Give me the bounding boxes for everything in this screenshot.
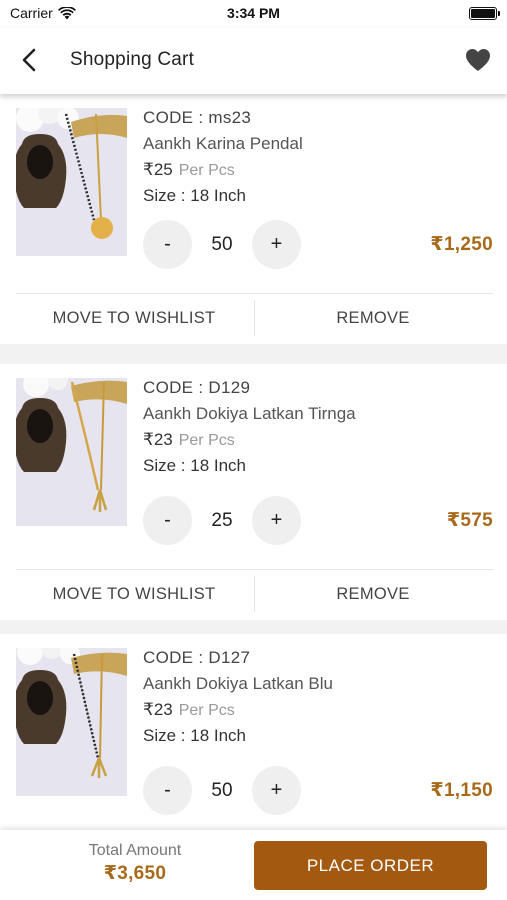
item-total: ₹1,250	[430, 234, 493, 255]
total-amount-block: Total Amount ₹3,650	[60, 842, 210, 885]
place-order-button[interactable]: PLACE ORDER	[254, 841, 487, 890]
total-amount-label: Total Amount	[88, 842, 182, 859]
quantity-value: 25	[211, 510, 233, 531]
product-photo-illustration	[16, 648, 127, 796]
item-details: CODE : D129 Aankh Dokiya Latkan Tirnga ₹…	[143, 375, 356, 479]
item-code: CODE : D129	[143, 378, 251, 397]
item-price-unit: Per Pcs	[178, 162, 235, 179]
product-photo-illustration	[16, 108, 127, 256]
quantity-stepper: - 25 + ₹575	[143, 496, 493, 546]
item-name: Aankh Karina Pendal	[143, 134, 303, 153]
decrease-quantity-button[interactable]: -	[143, 766, 192, 815]
item-size: Size : 18 Inch	[143, 456, 247, 475]
item-code: CODE : D127	[143, 648, 251, 667]
total-amount-value: ₹3,650	[103, 863, 167, 884]
increase-quantity-button[interactable]: +	[252, 220, 301, 269]
item-size: Size : 18 Inch	[143, 726, 247, 745]
item-price-line: ₹23 Per Pcs	[143, 427, 356, 453]
item-price-line: ₹23 Per Pcs	[143, 697, 333, 723]
increase-quantity-button[interactable]: +	[252, 766, 301, 815]
item-price-unit: Per Pcs	[178, 432, 235, 449]
item-price-unit: Per Pcs	[178, 702, 235, 719]
item-price: ₹25	[143, 160, 173, 179]
cart-item: CODE : ms23 Aankh Karina Pendal ₹25 Per P…	[0, 94, 507, 344]
wishlist-button[interactable]	[463, 45, 493, 75]
cart-list[interactable]: CODE : ms23 Aankh Karina Pendal ₹25 Per P…	[0, 94, 507, 830]
item-name: Aankh Dokiya Latkan Tirnga	[143, 404, 356, 423]
item-total: ₹1,150	[430, 780, 493, 801]
item-name: Aankh Dokiya Latkan Blu	[143, 674, 333, 693]
move-to-wishlist-button[interactable]: MOVE TO WISHLIST	[16, 294, 252, 342]
chevron-left-icon	[22, 48, 36, 72]
product-image[interactable]	[16, 378, 127, 526]
page-title: Shopping Cart	[70, 49, 195, 70]
heart-icon	[466, 49, 490, 71]
decrease-quantity-button[interactable]: -	[143, 220, 192, 269]
cart-item: CODE : D129 Aankh Dokiya Latkan Tirnga ₹…	[0, 364, 507, 620]
quantity-value: 50	[211, 234, 233, 255]
item-actions: MOVE TO WISHLIST REMOVE	[0, 570, 507, 618]
increase-quantity-button[interactable]: +	[252, 496, 301, 545]
remove-button[interactable]: REMOVE	[255, 570, 491, 618]
quantity-stepper: - 50 + ₹1,150	[143, 766, 493, 816]
checkout-bar: Total Amount ₹3,650 PLACE ORDER	[0, 830, 507, 900]
item-code: CODE : ms23	[143, 108, 252, 127]
product-image[interactable]	[16, 648, 127, 796]
item-price: ₹23	[143, 430, 173, 449]
nav-bar: Shopping Cart	[0, 28, 507, 94]
item-total: ₹575	[446, 510, 493, 531]
cart-item: CODE : D127 Aankh Dokiya Latkan Blu ₹23 P…	[0, 634, 507, 830]
quantity-stepper: - 50 + ₹1,250	[143, 220, 493, 270]
item-details: CODE : ms23 Aankh Karina Pendal ₹25 Per P…	[143, 105, 303, 209]
status-bar: Carrier 3:34 PM	[0, 0, 507, 28]
decrease-quantity-button[interactable]: -	[143, 496, 192, 545]
remove-button[interactable]: REMOVE	[255, 294, 491, 342]
back-button[interactable]	[12, 43, 46, 77]
item-size: Size : 18 Inch	[143, 186, 247, 205]
status-time: 3:34 PM	[227, 5, 280, 21]
battery-icon	[469, 7, 500, 20]
item-details: CODE : D127 Aankh Dokiya Latkan Blu ₹23 P…	[143, 645, 333, 749]
item-price-line: ₹25 Per Pcs	[143, 157, 303, 183]
item-actions: MOVE TO WISHLIST REMOVE	[0, 294, 507, 342]
move-to-wishlist-button[interactable]: MOVE TO WISHLIST	[16, 570, 252, 618]
quantity-value: 50	[211, 780, 233, 801]
product-image[interactable]	[16, 108, 127, 256]
product-photo-illustration	[16, 378, 127, 526]
item-price: ₹23	[143, 700, 173, 719]
